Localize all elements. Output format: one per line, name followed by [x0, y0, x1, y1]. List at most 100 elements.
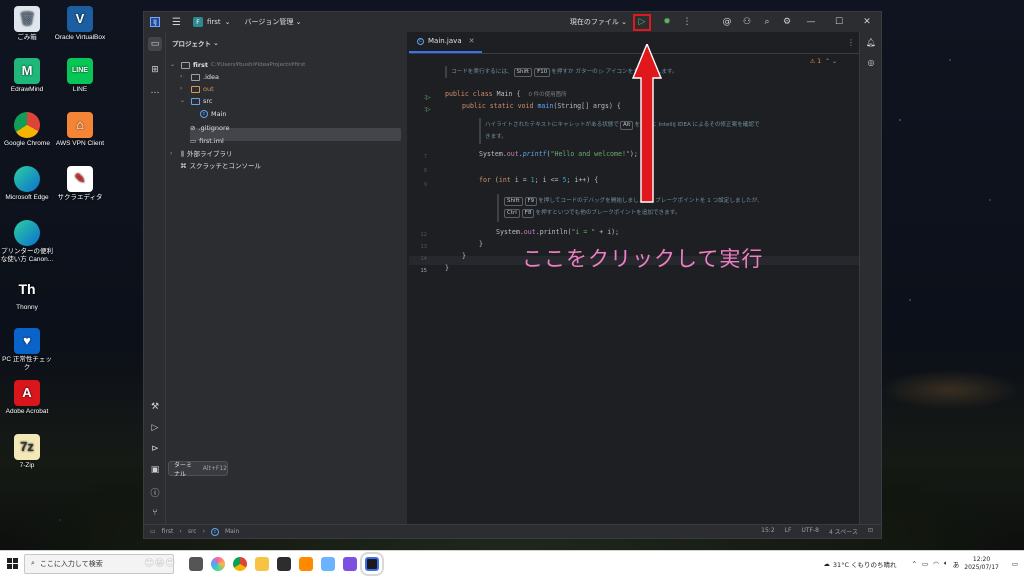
build-hammer-icon[interactable]: ⚒	[148, 400, 162, 414]
weather-widget[interactable]: ☁ 31°C くもりのち晴れ	[823, 559, 896, 569]
chevron-down-icon: ⌄	[180, 97, 186, 104]
tree-item-root[interactable]: ⌄ first C:¥Users¥bushi¥IdeaProjects¥first	[170, 59, 305, 71]
project-tool-icon[interactable]: ▭	[148, 37, 162, 51]
desktop-icon-line[interactable]: LINE LINE	[53, 58, 107, 94]
project-badge: F	[192, 17, 203, 27]
app-icon[interactable]	[321, 556, 336, 571]
run-gutter-icon[interactable]: ▷	[426, 106, 431, 113]
debug-bug-icon[interactable]: ✹	[657, 17, 677, 27]
clock[interactable]: 12:20 2025/07/17	[964, 556, 999, 572]
more-tools-icon[interactable]: …	[148, 84, 162, 98]
tab-main-java[interactable]: c Main.java ✕	[409, 31, 483, 53]
wifi-icon[interactable]: ◠	[933, 560, 939, 568]
desktop-icon-virtualbox[interactable]: V Oracle VirtualBox	[53, 6, 107, 42]
file-encoding[interactable]: UTF-8	[801, 527, 819, 536]
tree-item-gitignore[interactable]: ⊘ .gitignore	[190, 122, 230, 134]
more-actions-icon[interactable]: ⋮	[677, 17, 697, 27]
intellij-taskbar-icon[interactable]	[360, 551, 385, 576]
tree-item-idea[interactable]: › .idea	[180, 71, 219, 83]
desktop-icon-thonny[interactable]: Th Thonny	[0, 276, 54, 312]
edge-icon	[14, 166, 40, 192]
ide-titlebar: IJ ☰ F first ⌄ バージョン管理 ⌄ 現在のファイル ⌄ ▷ ✹ ⋮…	[144, 12, 881, 32]
line-number: 7	[423, 154, 427, 160]
breadcrumb-item[interactable]: src	[188, 528, 197, 535]
desktop-icon-acrobat[interactable]: A Adobe Acrobat	[0, 380, 54, 416]
tree-item-external-libs[interactable]: › ⫼ 外部ライブラリ	[170, 148, 233, 160]
ai-assistant-icon[interactable]: @	[717, 17, 737, 27]
problems-icon[interactable]: ⓘ	[148, 485, 162, 499]
doc-comment-fix: ハイライトされたテキストにキャレットがある状態で Alt を押すと IntelliJ…	[485, 121, 760, 130]
network-icon[interactable]: ▭	[922, 560, 928, 568]
breadcrumb-item[interactable]: Main	[225, 528, 239, 535]
git-icon[interactable]: ⑂	[148, 506, 162, 520]
desktop-icon-recycle-bin[interactable]: 🗑 ごみ箱	[0, 6, 54, 42]
desktop-icon-aws-vpn[interactable]: ⌂ AWS VPN Client	[53, 112, 107, 148]
tab-options-icon[interactable]: ⋮	[847, 38, 855, 47]
copilot-icon[interactable]	[211, 556, 226, 571]
chrome-taskbar-icon[interactable]	[233, 556, 248, 571]
close-icon[interactable]: ✕	[853, 17, 881, 27]
project-widget[interactable]: F first ⌄	[192, 17, 231, 27]
thonny-icon: Th	[18, 281, 36, 297]
structure-tool-icon[interactable]: ⊞	[148, 63, 162, 77]
volume-icon[interactable]: 🔈︎	[944, 559, 948, 568]
add-user-icon[interactable]: ⚇	[737, 17, 757, 27]
run-button[interactable]: ▷	[633, 13, 651, 31]
system-tray: ☁ 31°C くもりのち晴れ ⌃ ▭ ◠ 🔈︎ あ 12:20 2025/07/17…	[823, 551, 1024, 576]
desktop-icon-pc-health[interactable]: ♥ PC 正常性チェック	[0, 328, 54, 372]
media-icon[interactable]	[299, 556, 314, 571]
line-number: 9	[423, 182, 427, 188]
terminal-icon[interactable]: ▣	[148, 463, 162, 477]
edrawmind-icon: M	[14, 58, 40, 84]
tree-item-iml[interactable]: ▭ first.iml	[190, 135, 224, 147]
services-icon[interactable]: ⊳	[148, 442, 162, 456]
notifications-icon[interactable]: 🔔︎	[865, 38, 877, 50]
chevron-right-icon: ›	[180, 73, 183, 80]
caret-position[interactable]: 15:2	[761, 527, 774, 536]
search-icon: ⌕	[31, 559, 35, 567]
search-highlight-icons[interactable]: 😊😁😍	[144, 558, 175, 569]
maximize-icon[interactable]: ☐	[825, 17, 853, 27]
play-icon: ▷	[638, 17, 646, 27]
terminal-taskbar-icon[interactable]	[277, 556, 292, 571]
desktop-icon-canon-guide[interactable]: プリンターの便利な使い方 Canon...	[0, 220, 54, 264]
desktop-icon-7zip[interactable]: 7z 7-Zip	[0, 434, 54, 470]
main-menu-icon[interactable]: ☰	[172, 17, 181, 28]
code-line-for: for (int i = 1; i <= 5; i++) {	[479, 176, 599, 184]
vcs-widget[interactable]: バージョン管理 ⌄	[245, 17, 302, 27]
tree-item-out[interactable]: › out	[180, 83, 214, 95]
tree-item-scratches[interactable]: ⌘ スクラッチとコンソール	[180, 160, 261, 172]
run-tool-icon[interactable]: ▷	[148, 421, 162, 435]
scratch-icon: ⌘	[180, 162, 187, 170]
code-line-close-for: }	[479, 240, 483, 248]
run-gutter-icon[interactable]: ▷	[426, 94, 431, 101]
start-button[interactable]	[0, 551, 24, 576]
close-tab-icon[interactable]: ✕	[469, 37, 475, 45]
aws-vpn-icon: ⌂	[67, 112, 93, 138]
desktop-icon-sakura-editor[interactable]: ✎ サクラエディタ	[53, 166, 107, 202]
line-separator[interactable]: LF	[785, 527, 792, 536]
run-config-selector[interactable]: 現在のファイル ⌄	[570, 17, 627, 27]
desktop-icon-edge[interactable]: Microsoft Edge	[0, 166, 54, 202]
notification-center-icon[interactable]: ▭	[1012, 560, 1018, 568]
visual-studio-icon[interactable]	[343, 556, 358, 571]
tree-item-main[interactable]: c Main	[200, 108, 227, 120]
code-line-println: System.out.println("i = " + i);	[496, 228, 620, 236]
tree-item-src[interactable]: ⌄ src	[180, 95, 213, 107]
settings-gear-icon[interactable]: ⚙	[777, 17, 797, 27]
search-icon[interactable]: ⌕	[757, 17, 777, 27]
minimize-icon[interactable]: —	[797, 17, 825, 27]
ime-icon[interactable]: あ	[953, 559, 960, 569]
desktop-icon-chrome[interactable]: Google Chrome	[0, 112, 54, 148]
chevron-down-icon: ⌄	[170, 61, 176, 68]
lock-icon[interactable]: ⊡	[868, 527, 873, 536]
project-panel-header[interactable]: プロジェクト ⌄	[166, 32, 407, 54]
breadcrumb-item[interactable]: first	[162, 528, 174, 535]
task-view-icon[interactable]	[189, 556, 204, 571]
desktop-icon-edrawmind[interactable]: M EdrawMind	[0, 58, 54, 94]
ai-chat-icon[interactable]: ◎	[865, 58, 877, 70]
tray-chevron-icon[interactable]: ⌃	[912, 560, 917, 568]
indent-setting[interactable]: 4 スペース	[829, 527, 858, 536]
left-tool-strip: ▭ ⊞ … ⚒ ▷ ⊳ ▣ ⓘ ⑂	[144, 32, 166, 524]
explorer-icon[interactable]	[255, 556, 270, 571]
